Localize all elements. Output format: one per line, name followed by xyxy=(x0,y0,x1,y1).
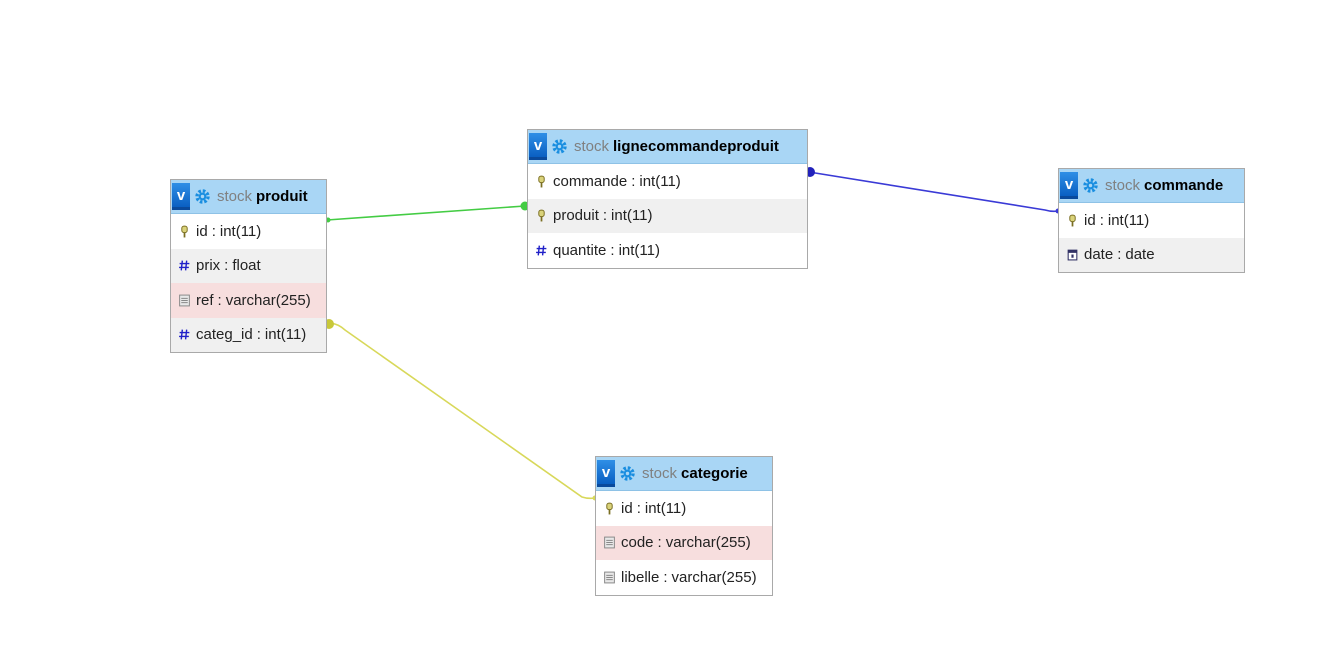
column-row[interactable]: produit: int(11) xyxy=(528,198,807,233)
text-icon xyxy=(179,294,190,307)
calendar-icon xyxy=(1067,249,1078,261)
column-type: int(11) xyxy=(219,222,262,240)
gear-icon[interactable] xyxy=(619,465,636,482)
table-header[interactable]: v stock produit xyxy=(171,180,326,214)
column-row[interactable]: id: int(11) xyxy=(1059,203,1244,238)
relation-produit-categorie[interactable] xyxy=(324,319,598,501)
column-row[interactable]: categ_id: int(11) xyxy=(171,317,326,352)
column-name: commande xyxy=(553,172,628,190)
key-icon xyxy=(538,175,545,188)
column-type: varchar(255) xyxy=(671,568,757,586)
column-name: id xyxy=(1084,211,1096,229)
hash-icon xyxy=(536,245,547,256)
column-row[interactable]: quantite: int(11) xyxy=(528,233,807,268)
column-type: int(11) xyxy=(644,499,687,517)
column-name: prix xyxy=(196,257,221,275)
column-name: produit xyxy=(553,207,599,225)
column-type: int(11) xyxy=(639,172,681,190)
collapse-toggle-button[interactable]: v xyxy=(1060,172,1078,199)
column-type: date xyxy=(1125,246,1155,264)
column-row[interactable]: date: date xyxy=(1059,237,1244,272)
column-name: libelle xyxy=(621,568,660,586)
key-icon xyxy=(606,502,613,515)
schema-name: stock xyxy=(574,138,610,155)
column-row[interactable]: code: varchar(255) xyxy=(596,525,772,560)
column-name: ref xyxy=(196,291,214,309)
schema-name: stock xyxy=(642,465,678,482)
collapse-toggle-button[interactable]: v xyxy=(597,460,615,487)
column-row[interactable]: prix: float xyxy=(171,248,326,283)
gear-icon[interactable] xyxy=(551,138,568,155)
relation-produit-ligne[interactable] xyxy=(325,201,530,223)
column-name: categ_id xyxy=(196,326,253,344)
key-icon xyxy=(181,225,188,238)
column-name: code xyxy=(621,534,654,552)
column-row[interactable]: ref: varchar(255) xyxy=(171,283,326,318)
column-row[interactable]: id: int(11) xyxy=(171,214,326,249)
collapse-toggle-button[interactable]: v xyxy=(172,183,190,210)
table-commande[interactable]: v stock commande id: int(11) date: date xyxy=(1058,168,1245,273)
column-name: id xyxy=(621,499,633,517)
schema-name: stock xyxy=(1105,177,1141,194)
column-type: float xyxy=(232,257,261,275)
table-name: commande xyxy=(1144,177,1224,194)
column-type: int(11) xyxy=(1107,211,1150,229)
column-name: date xyxy=(1084,246,1114,264)
hash-icon xyxy=(179,260,190,271)
table-header[interactable]: v stock lignecommandeproduit xyxy=(528,130,807,164)
column-row[interactable]: libelle: varchar(255) xyxy=(596,560,772,595)
table-produit[interactable]: v stock produit id: int(11) prix: float re… xyxy=(170,179,327,353)
key-icon xyxy=(1069,214,1076,227)
column-name: quantite xyxy=(553,241,607,259)
column-row[interactable]: id: int(11) xyxy=(596,491,772,526)
schema-name: stock xyxy=(217,188,253,205)
column-name: id xyxy=(196,222,208,240)
table-name: produit xyxy=(256,188,308,205)
column-type: int(11) xyxy=(264,326,307,344)
key-icon xyxy=(538,209,545,222)
relation-ligne-commande[interactable] xyxy=(805,167,1061,214)
column-type: int(11) xyxy=(618,241,660,259)
table-header[interactable]: v stock commande xyxy=(1059,169,1244,203)
text-icon xyxy=(604,536,615,549)
gear-icon[interactable] xyxy=(1082,177,1099,194)
table-header[interactable]: v stock categorie xyxy=(596,457,772,491)
table-name: lignecommandeproduit xyxy=(613,138,779,155)
column-type: varchar(255) xyxy=(225,291,311,309)
table-categorie[interactable]: v stock categorie id: int(11) code: varcha… xyxy=(595,456,773,596)
text-icon xyxy=(604,571,615,584)
hash-icon xyxy=(179,329,190,340)
column-type: varchar(255) xyxy=(665,534,751,552)
column-row[interactable]: commande: int(11) xyxy=(528,164,807,199)
table-lignecommandeproduit[interactable]: v stock lignecommandeproduit commande: in… xyxy=(527,129,808,269)
gear-icon[interactable] xyxy=(194,188,211,205)
collapse-toggle-button[interactable]: v xyxy=(529,133,547,160)
column-type: int(11) xyxy=(611,207,653,225)
table-name: categorie xyxy=(681,465,748,482)
